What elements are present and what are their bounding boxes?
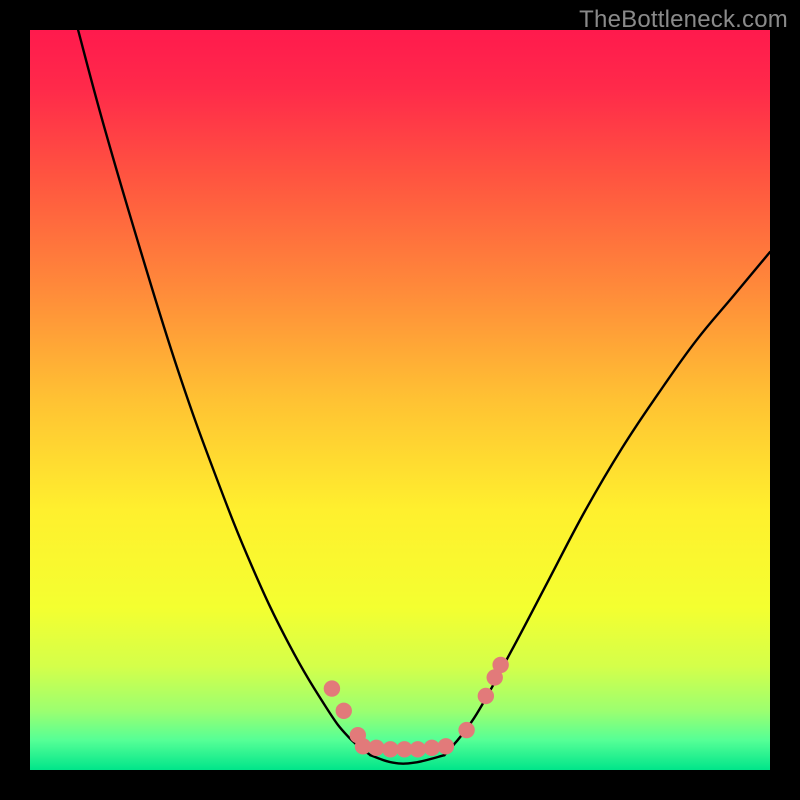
series-left-curve: [78, 30, 370, 755]
data-dot: [368, 740, 384, 756]
data-dot: [324, 680, 340, 696]
data-dot: [410, 741, 426, 757]
bottleneck-curve: [78, 30, 770, 764]
data-dot: [382, 741, 398, 757]
data-dot: [424, 740, 440, 756]
data-dot: [478, 688, 494, 704]
watermark-text: TheBottleneck.com: [579, 6, 788, 34]
outer-frame: TheBottleneck.com: [0, 0, 800, 800]
data-dot: [458, 722, 474, 738]
plot-area: [30, 30, 770, 770]
data-dot: [336, 703, 352, 719]
data-dot: [438, 738, 454, 754]
data-dot: [492, 657, 508, 673]
chart-svg: [30, 30, 770, 770]
